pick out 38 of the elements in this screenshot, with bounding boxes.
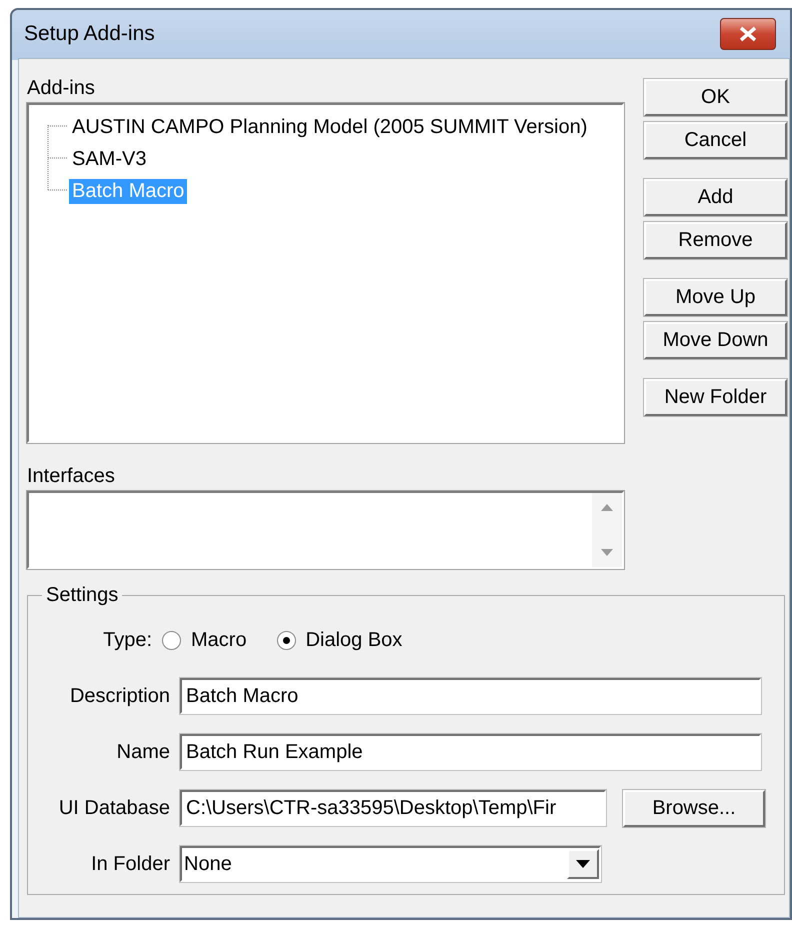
dialog-button[interactable]: OK <box>644 79 787 116</box>
window-title: Setup Add-ins <box>24 22 155 46</box>
field-label: Type: <box>102 628 152 652</box>
radio-circle[interactable] <box>162 630 181 650</box>
scrollbar[interactable] <box>592 493 622 567</box>
field-label: Name <box>116 740 170 764</box>
tree-item[interactable]: SAM-V3 <box>69 146 150 172</box>
description-field[interactable]: Batch Macro <box>180 678 761 714</box>
radio-label: Dialog Box <box>306 628 402 652</box>
dialog-button[interactable]: Remove <box>644 222 787 259</box>
dropdown-value: None <box>184 852 232 876</box>
radio-option[interactable]: Macro <box>162 628 247 652</box>
dialog-button[interactable]: Move Up <box>644 279 787 316</box>
section-label: Interfaces <box>27 464 116 489</box>
dialog-button[interactable]: Cancel <box>644 122 787 159</box>
name-field[interactable]: Batch Run Example <box>180 734 761 770</box>
caret-icon <box>576 860 590 868</box>
radio-circle[interactable] <box>276 630 296 650</box>
dialog-button[interactable]: New Folder <box>644 379 787 416</box>
close-button[interactable] <box>720 18 776 50</box>
folder-dropdown[interactable]: None <box>180 846 601 882</box>
dropdown-button[interactable] <box>567 849 599 879</box>
dialog-button[interactable]: Add <box>644 179 787 216</box>
radio-option[interactable]: Dialog Box <box>276 628 402 652</box>
section-label: Add-ins <box>27 76 96 101</box>
tree-item[interactable]: AUSTIN CAMPO Planning Model (2005 SUMMIT Version) <box>69 114 590 140</box>
addins-tree[interactable]: AUSTIN CAMPO Planning Model (2005 SUMMIT Version) SAM-V3 Batch Macro <box>27 103 624 443</box>
close-icon <box>738 26 758 42</box>
field-label: In Folder <box>90 852 170 876</box>
field-label: Description <box>68 684 170 708</box>
dialog-button[interactable]: Move Down <box>644 322 787 359</box>
radio-label: Macro <box>191 628 247 652</box>
interfaces-list[interactable] <box>27 491 624 569</box>
scroll-up-icon[interactable] <box>601 503 613 511</box>
scroll-down-icon[interactable] <box>601 549 613 557</box>
field-label: UI Database <box>58 796 170 820</box>
database-field[interactable]: C:\Users\CTR-sa33595\Desktop\Temp\Fir <box>180 790 606 826</box>
browse-button[interactable]: Browse... <box>623 790 765 826</box>
